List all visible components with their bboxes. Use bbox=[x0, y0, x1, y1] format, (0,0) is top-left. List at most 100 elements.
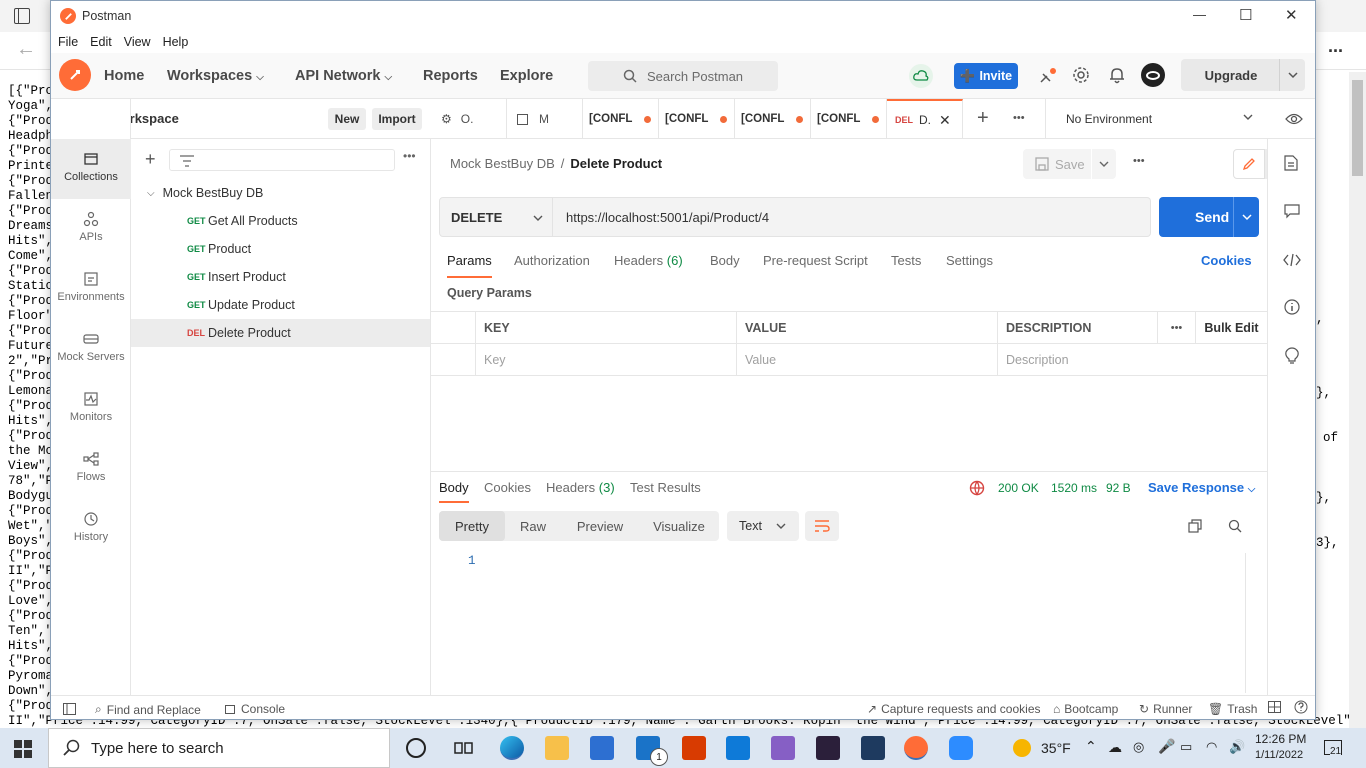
environment-selector[interactable]: No Environment bbox=[1045, 99, 1275, 139]
value-input[interactable]: Value bbox=[737, 344, 998, 376]
copy-icon[interactable] bbox=[1188, 519, 1202, 536]
request-item[interactable]: GET Product bbox=[131, 235, 430, 263]
upgrade-button[interactable]: Upgrade bbox=[1181, 59, 1305, 91]
cookies-link[interactable]: Cookies bbox=[1201, 253, 1252, 268]
tab-settings[interactable]: Settings bbox=[946, 253, 993, 268]
request-more-icon[interactable]: ••• bbox=[1133, 155, 1145, 167]
taskbar-search-input[interactable]: Type here to search bbox=[48, 728, 390, 768]
visual-studio-icon[interactable] bbox=[771, 736, 795, 760]
rail-flows[interactable]: Flows bbox=[51, 439, 131, 499]
collection-folder[interactable]: ⌵ Mock BestBuy DB bbox=[131, 179, 430, 207]
task-view-icon[interactable] bbox=[454, 739, 474, 760]
user-avatar[interactable] bbox=[1141, 63, 1165, 87]
import-button[interactable]: Import bbox=[372, 108, 422, 130]
nav-explore[interactable]: Explore bbox=[500, 68, 553, 84]
save-response-button[interactable]: Save Response ⌵ bbox=[1148, 480, 1255, 495]
microsoft-store-icon[interactable] bbox=[590, 736, 614, 760]
tab-headers[interactable]: Headers (6) bbox=[614, 253, 683, 268]
browser-more-icon[interactable]: ... bbox=[1328, 36, 1343, 57]
send-button[interactable]: Send bbox=[1159, 197, 1259, 237]
postman-brand-icon[interactable] bbox=[59, 59, 91, 91]
breadcrumb-collection[interactable]: Mock BestBuy DB bbox=[450, 156, 555, 171]
nav-reports[interactable]: Reports bbox=[423, 68, 478, 84]
response-tab-headers[interactable]: Headers (3) bbox=[546, 480, 615, 495]
tab-tests[interactable]: Tests bbox=[891, 253, 921, 268]
menu-help[interactable]: Help bbox=[163, 35, 189, 49]
response-size[interactable]: 92 B bbox=[1106, 481, 1131, 495]
maximize-button[interactable]: ☐ bbox=[1239, 6, 1252, 24]
wifi-icon[interactable]: ◠ bbox=[1206, 739, 1217, 755]
rail-mock-servers[interactable]: Mock Servers bbox=[51, 319, 131, 379]
edit-pencil-icon[interactable] bbox=[1233, 149, 1265, 179]
notifications-bell-icon[interactable] bbox=[1109, 66, 1125, 87]
network-globe-tray-icon[interactable]: ◎ bbox=[1133, 739, 1144, 755]
add-collection-icon[interactable]: + bbox=[145, 149, 156, 170]
menu-view[interactable]: View bbox=[124, 35, 151, 49]
response-tab-body[interactable]: Body bbox=[439, 480, 469, 503]
browser-scroll-thumb[interactable] bbox=[1352, 80, 1363, 176]
send-options-chevron-icon[interactable] bbox=[1233, 197, 1259, 237]
request-item[interactable]: GET Get All Products bbox=[131, 207, 430, 235]
console-button[interactable]: Console bbox=[225, 702, 285, 716]
menu-edit[interactable]: Edit bbox=[90, 35, 112, 49]
back-arrow-icon[interactable]: ← bbox=[16, 38, 36, 61]
tab-params[interactable]: Params bbox=[447, 253, 492, 278]
tab-environment[interactable]: ⚙ O. bbox=[431, 99, 507, 139]
weather-temperature[interactable]: 35°F bbox=[1041, 740, 1071, 756]
tabs-more-icon[interactable]: ••• bbox=[1013, 112, 1025, 124]
collections-more-icon[interactable]: ••• bbox=[403, 149, 416, 163]
request-item[interactable]: GET Insert Product bbox=[131, 263, 430, 291]
file-explorer-icon[interactable] bbox=[545, 736, 569, 760]
response-tab-cookies[interactable]: Cookies bbox=[484, 480, 531, 495]
trash-button[interactable]: 🗑 Trash bbox=[1208, 702, 1257, 716]
response-tab-test-results[interactable]: Test Results bbox=[630, 480, 701, 495]
rail-monitors[interactable]: Monitors bbox=[51, 379, 131, 439]
office-icon[interactable] bbox=[682, 736, 706, 760]
edge-browser-icon[interactable] bbox=[500, 736, 524, 760]
save-options-chevron-icon[interactable] bbox=[1092, 149, 1116, 179]
nav-home[interactable]: Home bbox=[104, 68, 144, 84]
request-item-selected[interactable]: DEL Delete Product bbox=[131, 319, 430, 347]
response-scrollbar[interactable] bbox=[1245, 553, 1259, 693]
tab-conflict[interactable]: [CONFL bbox=[811, 99, 887, 139]
help-icon[interactable] bbox=[1294, 700, 1308, 717]
bootcamp-button[interactable]: ⌂ Bootcamp bbox=[1053, 702, 1118, 716]
comments-icon[interactable] bbox=[1284, 203, 1300, 222]
runner-button[interactable]: ↻ Runner bbox=[1139, 702, 1192, 716]
wrap-lines-icon[interactable] bbox=[805, 511, 839, 541]
tab-delete-product-active[interactable]: DEL D. ✕ bbox=[887, 99, 963, 139]
rail-environments[interactable]: Environments bbox=[51, 259, 131, 319]
close-tab-icon[interactable]: ✕ bbox=[939, 112, 951, 129]
url-input[interactable]: https://localhost:5001/api/Product/4 bbox=[553, 197, 1151, 237]
two-pane-view-icon[interactable] bbox=[1268, 701, 1281, 716]
filter-collections-input[interactable] bbox=[169, 149, 395, 171]
search-postman-input[interactable]: Search Postman bbox=[588, 61, 778, 91]
code-snippet-icon[interactable] bbox=[1283, 253, 1301, 270]
response-status[interactable]: 200 OK bbox=[998, 481, 1039, 495]
rail-collections[interactable]: Collections bbox=[51, 139, 131, 199]
description-input[interactable]: Description bbox=[998, 344, 1267, 376]
environment-quick-look-eye-icon[interactable] bbox=[1275, 99, 1315, 139]
invite-button[interactable]: ➕ Invite bbox=[954, 63, 1018, 89]
rail-history[interactable]: History bbox=[51, 499, 131, 559]
cortana-icon[interactable] bbox=[406, 738, 426, 758]
vscode-icon[interactable] bbox=[726, 736, 750, 760]
zoom-icon[interactable] bbox=[949, 736, 973, 760]
tab-authorization[interactable]: Authorization bbox=[514, 253, 590, 268]
lightbulb-icon[interactable] bbox=[1284, 347, 1300, 368]
breadcrumb-request[interactable]: Delete Product bbox=[570, 156, 662, 171]
find-replace-button[interactable]: ⌕ Find and Replace bbox=[95, 702, 201, 717]
response-type-select[interactable]: Text bbox=[727, 511, 799, 541]
format-pretty[interactable]: Pretty bbox=[439, 511, 505, 541]
battery-icon[interactable]: ▭ bbox=[1180, 739, 1192, 755]
weather-sun-icon[interactable] bbox=[1013, 739, 1031, 757]
response-time[interactable]: 1520 ms bbox=[1051, 481, 1097, 495]
table-more-icon[interactable]: ••• bbox=[1158, 312, 1196, 344]
clock-time[interactable]: 12:26 PM bbox=[1255, 732, 1306, 746]
format-preview[interactable]: Preview bbox=[561, 511, 639, 541]
postman-taskbar-icon[interactable] bbox=[904, 736, 928, 760]
tab-mock[interactable]: M bbox=[507, 99, 583, 139]
search-response-icon[interactable] bbox=[1228, 519, 1242, 536]
menu-file[interactable]: File bbox=[58, 35, 78, 49]
nav-workspaces[interactable]: Workspaces ⌵ bbox=[167, 68, 264, 84]
